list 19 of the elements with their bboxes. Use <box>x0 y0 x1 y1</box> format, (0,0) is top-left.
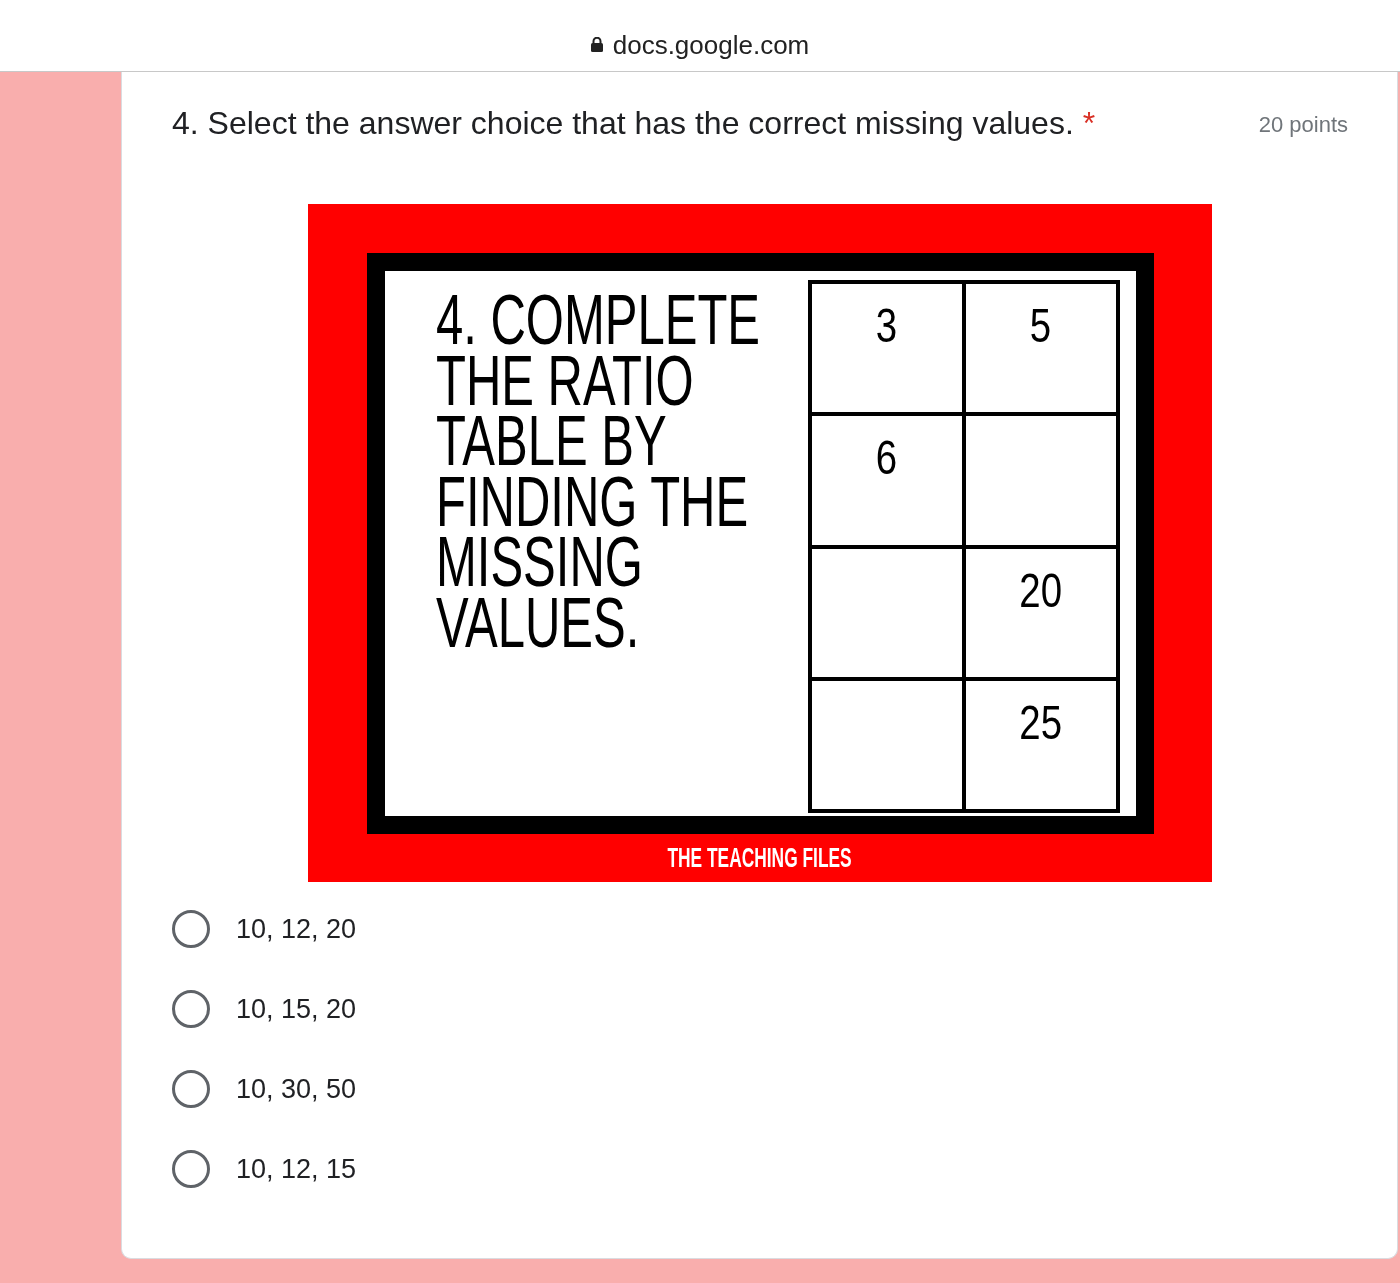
points-label: 20 points <box>1258 111 1348 139</box>
option-label[interactable]: 10, 30, 50 <box>236 1072 357 1106</box>
table-cell: 6 <box>811 416 962 545</box>
table-cell: 20 <box>965 548 1116 677</box>
table-cell: 25 <box>965 680 1116 809</box>
radio-button[interactable] <box>172 910 210 948</box>
radio-button[interactable] <box>172 1070 210 1108</box>
option-label[interactable]: 10, 12, 20 <box>236 912 357 946</box>
radio-button[interactable] <box>172 990 210 1028</box>
option-label[interactable]: 10, 12, 15 <box>236 1152 357 1186</box>
url-text[interactable]: docs.google.com <box>612 28 810 61</box>
question-title: 4. Select the answer choice that has the correct missing values. * <box>172 104 1096 143</box>
table-cell: 3 <box>811 284 962 413</box>
radio-button[interactable] <box>172 1150 210 1188</box>
lock-icon <box>590 37 603 52</box>
option-label[interactable]: 10, 15, 20 <box>236 992 357 1026</box>
worksheet-prompt: 4. COMPLETE THE RATIO TABLE BY FINDING THE MISSING VALUES. <box>435 290 761 653</box>
credit-text: THE TEACHING FILES <box>667 844 853 872</box>
table-cell: 5 <box>965 284 1116 413</box>
